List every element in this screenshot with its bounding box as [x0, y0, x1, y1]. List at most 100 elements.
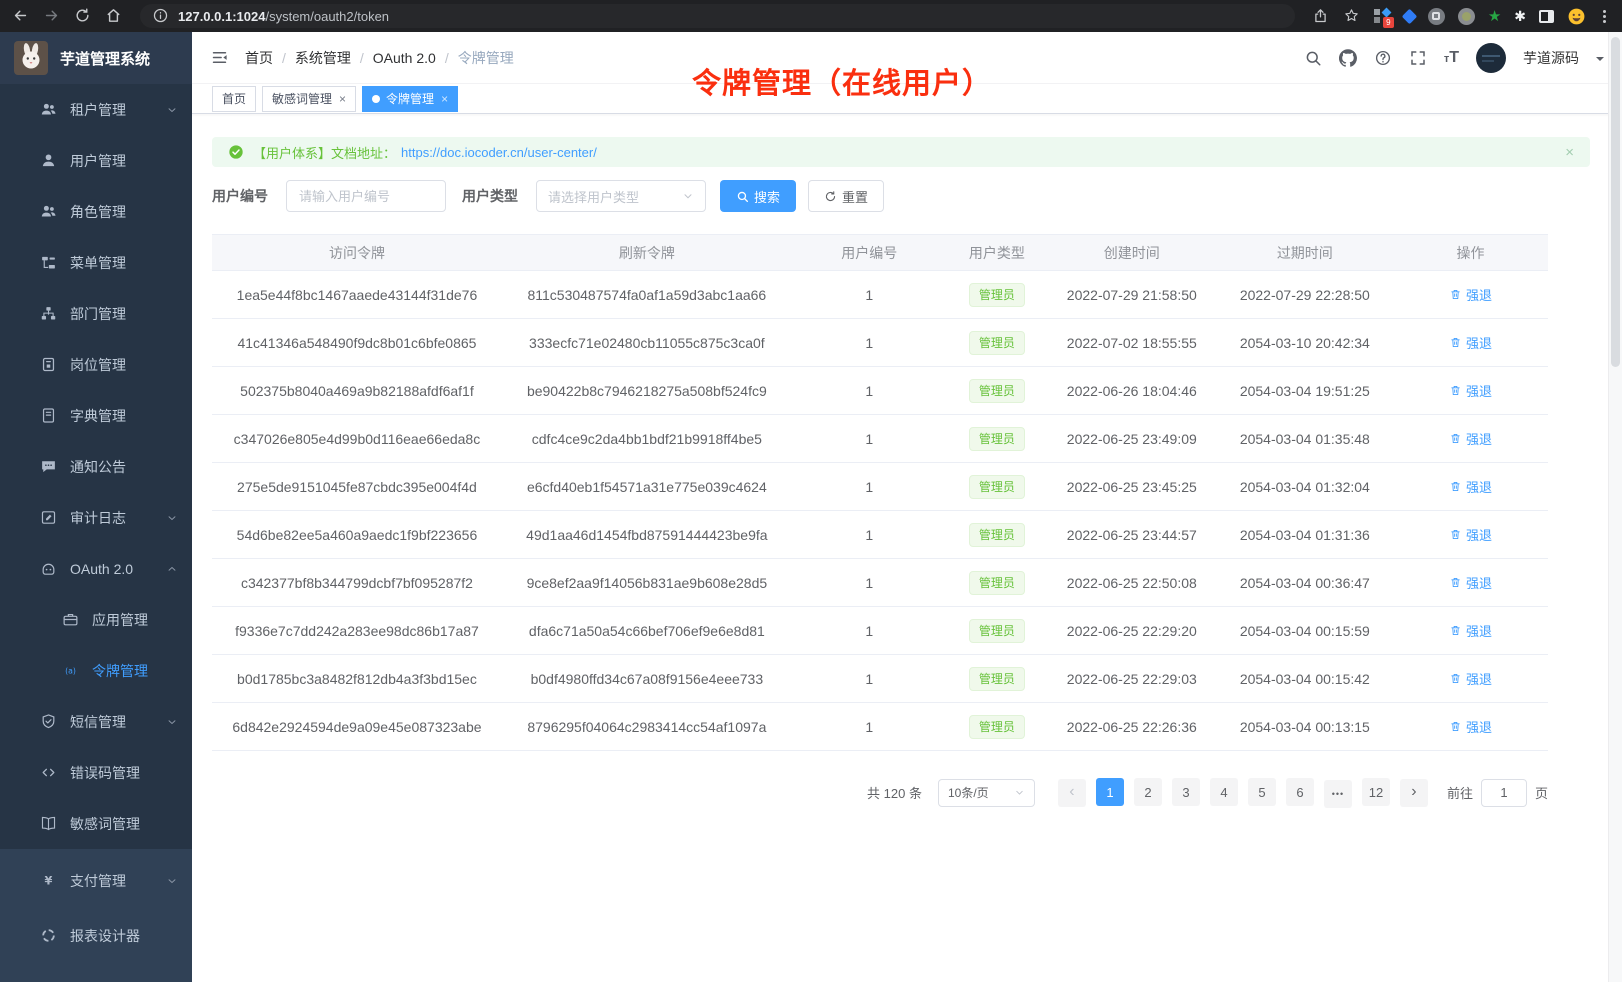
tab-token[interactable]: 令牌管理× [362, 86, 458, 112]
search-icon[interactable] [1304, 49, 1322, 67]
sidebar-item-tenant[interactable]: 租户管理 [0, 84, 192, 135]
caret-down-icon[interactable] [1596, 57, 1604, 65]
sidebar-item-post[interactable]: 岗位管理 [0, 339, 192, 390]
browser-menu-icon[interactable] [1599, 8, 1610, 25]
page-button-6[interactable]: 6 [1286, 778, 1314, 806]
share-icon[interactable] [1312, 7, 1330, 25]
breadcrumb-item[interactable]: 系统管理 [295, 48, 351, 68]
trash-icon [1449, 384, 1462, 397]
profile-avatar-icon[interactable] [1567, 7, 1586, 26]
table-row: 275e5de9151045fe87cbdc395e004f4de6cfd40e… [212, 463, 1548, 511]
sidebar-item-notice[interactable]: 通知公告 [0, 441, 192, 492]
extension-gem-icon[interactable] [1402, 8, 1418, 24]
page-button-3[interactable]: 3 [1172, 778, 1200, 806]
sidebar-item-label: 角色管理 [70, 202, 126, 222]
extension-dot-icon[interactable] [1458, 8, 1475, 25]
sidebar-item-oauth2-app[interactable]: 应用管理 [0, 594, 192, 645]
sidebar-item-report[interactable]: 报表设计器 [0, 908, 192, 963]
breadcrumb-item[interactable]: OAuth 2.0 [373, 50, 436, 66]
reload-icon[interactable] [74, 7, 92, 25]
sidebar-item-errcode[interactable]: 错误码管理 [0, 747, 192, 798]
tab-home[interactable]: 首页 [212, 86, 256, 112]
sidebar-item-dict[interactable]: 字典管理 [0, 390, 192, 441]
tab-close-icon[interactable]: × [339, 92, 346, 106]
force-logout-button[interactable]: 强退 [1449, 333, 1492, 352]
sidebar-item-sensitive[interactable]: 敏感词管理 [0, 798, 192, 849]
extension-grid-icon[interactable]: 9 [1374, 8, 1391, 25]
user-id-cell: 1 [792, 415, 947, 463]
user-id-label: 用户编号 [212, 186, 268, 206]
fullscreen-icon[interactable] [1409, 49, 1427, 67]
tree-icon [40, 254, 57, 271]
browser-scrollbar[interactable] [1608, 32, 1622, 982]
tab-sensitive[interactable]: 敏感词管理× [262, 86, 356, 112]
site-info-icon[interactable] [152, 7, 170, 25]
sidebar-item-role[interactable]: 角色管理 [0, 186, 192, 237]
sidebar-item-pay[interactable]: ¥支付管理 [0, 853, 192, 908]
force-logout-button[interactable]: 强退 [1449, 717, 1492, 736]
alert-link[interactable]: https://doc.iocoder.cn/user-center/ [401, 145, 597, 160]
prev-page-button[interactable]: ‹ [1058, 779, 1086, 807]
sidebar-item-label: 岗位管理 [70, 355, 126, 375]
extension-star-icon[interactable]: ★ [1488, 8, 1501, 25]
user-type-select[interactable]: 请选择用户类型 [536, 180, 706, 212]
sidebar-item-oauth2[interactable]: OAuth 2.0 [0, 543, 192, 594]
force-logout-label: 强退 [1466, 381, 1492, 400]
side-panel-icon[interactable] [1539, 10, 1554, 23]
breadcrumb-item[interactable]: 首页 [245, 48, 273, 68]
sidebar-item-user[interactable]: 用户管理 [0, 135, 192, 186]
force-logout-button[interactable]: 强退 [1449, 669, 1492, 688]
app-logo[interactable]: 芋道管理系统 [0, 32, 192, 84]
page-ellipsis-button[interactable]: ••• [1324, 780, 1352, 808]
page-button-5[interactable]: 5 [1248, 778, 1276, 806]
force-logout-button[interactable]: 强退 [1449, 621, 1492, 640]
username-label[interactable]: 芋道源码 [1523, 48, 1579, 68]
user-id-cell: 1 [792, 607, 947, 655]
user-avatar[interactable] [1476, 43, 1506, 73]
forward-icon[interactable] [43, 7, 61, 25]
column-header: 用户编号 [792, 235, 947, 271]
page-button-1[interactable]: 1 [1096, 778, 1124, 806]
user-id-input[interactable] [286, 180, 446, 212]
force-logout-button[interactable]: 强退 [1449, 573, 1492, 592]
page-size-select[interactable]: 10条/页 [938, 779, 1035, 807]
hamburger-icon[interactable] [210, 48, 229, 67]
goto-page-input[interactable] [1481, 779, 1527, 807]
force-logout-button[interactable]: 强退 [1449, 285, 1492, 304]
force-logout-button[interactable]: 强退 [1449, 525, 1492, 544]
search-button[interactable]: 搜索 [720, 180, 796, 212]
sidebar-item-label: 租户管理 [70, 100, 126, 120]
force-logout-button[interactable]: 强退 [1449, 429, 1492, 448]
tab-close-icon[interactable]: × [441, 92, 448, 106]
scrollbar-thumb[interactable] [1611, 37, 1620, 367]
sidebar-item-sms[interactable]: 短信管理 [0, 696, 192, 747]
page-button-4[interactable]: 4 [1210, 778, 1238, 806]
force-logout-label: 强退 [1466, 669, 1492, 688]
extension-pinwheel-icon[interactable]: ✱ [1514, 8, 1526, 25]
back-icon[interactable] [12, 7, 30, 25]
goto-label: 前往 [1447, 783, 1473, 802]
bookmark-star-icon[interactable] [1343, 7, 1361, 25]
sidebar-item-dept[interactable]: 部门管理 [0, 288, 192, 339]
sidebar-item-label: 审计日志 [70, 508, 126, 528]
address-bar[interactable]: 127.0.0.1:1024/system/oauth2/token [140, 4, 1295, 28]
alert-close-icon[interactable]: × [1565, 144, 1574, 161]
page-button-12[interactable]: 12 [1362, 778, 1390, 806]
force-logout-button[interactable]: 强退 [1449, 381, 1492, 400]
font-size-icon[interactable]: тT [1444, 50, 1459, 66]
home-icon[interactable] [105, 7, 123, 25]
page-button-2[interactable]: 2 [1134, 778, 1162, 806]
doc-alert: 【用户体系】文档地址： https://doc.iocoder.cn/user-… [212, 137, 1590, 167]
refresh-token-cell: e6cfd40eb1f54571a31e775e039c4624 [502, 463, 792, 511]
refresh-token-cell: cdfc4ce9c2da4bb1bdf21b9918ff4be5 [502, 415, 792, 463]
reset-button[interactable]: 重置 [808, 180, 884, 212]
next-page-button[interactable]: › [1400, 779, 1428, 807]
sidebar-item-audit[interactable]: 审计日志 [0, 492, 192, 543]
sidebar-item-menu[interactable]: 菜单管理 [0, 237, 192, 288]
force-logout-button[interactable]: 强退 [1449, 477, 1492, 496]
help-icon[interactable] [1374, 49, 1392, 67]
sidebar-item-label: 部门管理 [70, 304, 126, 324]
sidebar-item-oauth2-token[interactable]: (a)令牌管理 [0, 645, 192, 696]
github-icon[interactable] [1339, 49, 1357, 67]
extension-command-icon[interactable] [1428, 8, 1445, 25]
